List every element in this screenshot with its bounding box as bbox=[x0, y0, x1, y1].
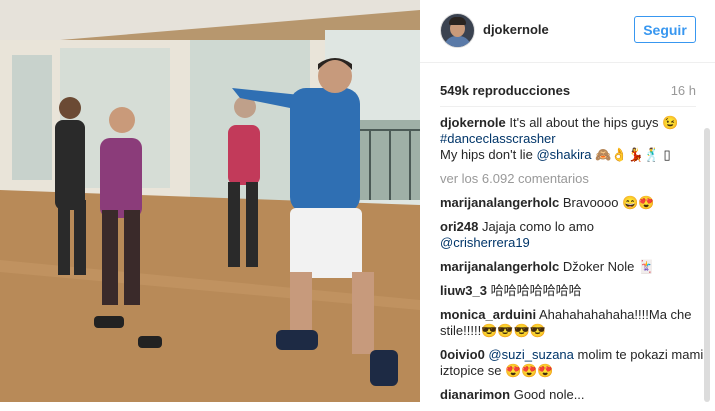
comment-username[interactable]: marijanalangerholc bbox=[440, 259, 559, 274]
post-sidebar: djokernole Seguir 549k reproducciones 16… bbox=[420, 0, 715, 402]
post-timestamp[interactable]: 16 h bbox=[671, 83, 696, 98]
view-all-comments-link[interactable]: ver los 6.092 comentarios bbox=[440, 171, 705, 187]
caption: djokernole It's all about the hips guys … bbox=[440, 115, 705, 163]
dance-class-video-frame bbox=[0, 0, 420, 402]
caption-text-2: My hips don't lie bbox=[440, 147, 533, 162]
list-item: liuw3_3 哈哈哈哈哈哈哈 bbox=[440, 283, 705, 299]
avatar[interactable] bbox=[440, 13, 475, 48]
list-item: ori248 Jajaja como lo amo @crisherrera19 bbox=[440, 219, 705, 251]
comment-username[interactable]: dianarimon bbox=[440, 387, 510, 402]
list-item: monica_arduini Ahahahahahaha!!!!Ma che s… bbox=[440, 307, 705, 339]
follow-button[interactable]: Seguir bbox=[634, 16, 696, 43]
caption-hashtag[interactable]: #danceclasscrasher bbox=[440, 131, 556, 146]
view-count: 549k reproducciones bbox=[440, 83, 571, 98]
caption-text: It's all about the hips guys 😉 bbox=[509, 115, 679, 130]
username-link[interactable]: djokernole bbox=[483, 22, 549, 37]
comment-text: Džoker Nole 🃏 bbox=[562, 259, 655, 274]
comments-list: djokernole It's all about the hips guys … bbox=[440, 115, 705, 411]
comment-username[interactable]: ori248 bbox=[440, 219, 478, 234]
divider bbox=[440, 106, 696, 107]
comment-mention[interactable]: @crisherrera19 bbox=[440, 235, 530, 250]
comment-text: 哈哈哈哈哈哈哈 bbox=[490, 283, 582, 298]
caption-mention[interactable]: @shakira bbox=[536, 147, 591, 162]
comments-scrollbar[interactable] bbox=[704, 128, 710, 402]
list-item: marijanalangerholc Džoker Nole 🃏 bbox=[440, 259, 705, 275]
caption-username[interactable]: djokernole bbox=[440, 115, 506, 130]
list-item: dianarimon Good nole... bbox=[440, 387, 705, 403]
list-item: marijanalangerholc Bravoooo 😄😍 bbox=[440, 195, 705, 211]
caption-emojis: 🙈👌💃🕺 ▯ bbox=[595, 147, 671, 162]
list-item: 0oivio0 @suzi_suzana molim te pokazi mam… bbox=[440, 347, 705, 379]
comment-username[interactable]: liuw3_3 bbox=[440, 283, 487, 298]
post-video[interactable] bbox=[0, 0, 420, 402]
comment-username[interactable]: monica_arduini bbox=[440, 307, 536, 322]
comment-username[interactable]: marijanalangerholc bbox=[440, 195, 559, 210]
comment-text: Jajaja como lo amo bbox=[481, 219, 594, 234]
comment-text: Good nole... bbox=[513, 387, 585, 402]
comment-text: Bravoooo 😄😍 bbox=[562, 195, 655, 210]
post-header: djokernole Seguir bbox=[420, 0, 715, 63]
comment-mention[interactable]: @suzi_suzana bbox=[488, 347, 573, 362]
comment-username[interactable]: 0oivio0 bbox=[440, 347, 485, 362]
